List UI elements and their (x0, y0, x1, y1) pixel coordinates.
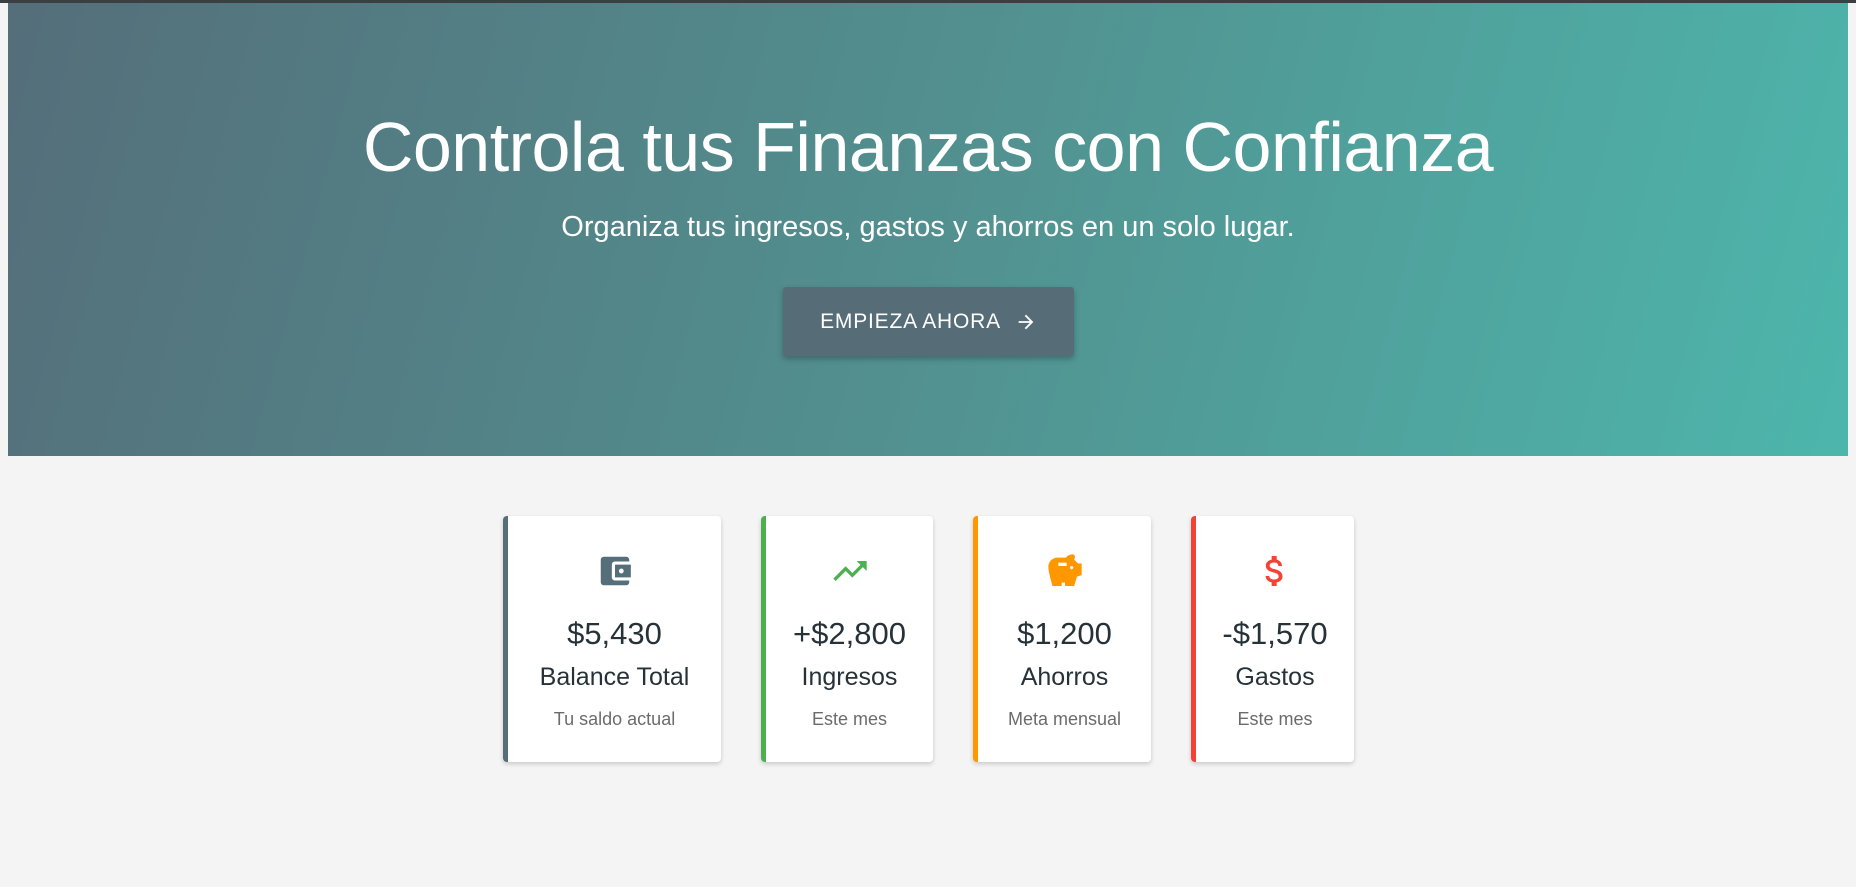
expenses-caption: Este mes (1196, 709, 1354, 730)
hero-banner: Controla tus Finanzas con Confianza Orga… (8, 3, 1848, 456)
expenses-label: Gastos (1196, 663, 1354, 692)
balance-label: Balance Total (508, 663, 721, 692)
income-card: +$2,800 Ingresos Este mes (761, 516, 933, 762)
income-label: Ingresos (766, 663, 933, 692)
hero-title: Controla tus Finanzas con Confianza (8, 107, 1848, 187)
start-now-button-label: EMPIEZA AHORA (820, 310, 1001, 334)
piggy-bank-icon (978, 550, 1151, 592)
hero-subtitle: Organiza tus ingresos, gastos y ahorros … (8, 211, 1848, 244)
start-now-button[interactable]: EMPIEZA AHORA (783, 287, 1074, 356)
balance-caption: Tu saldo actual (508, 709, 721, 730)
income-value: +$2,800 (766, 616, 933, 652)
balance-value: $5,430 (508, 616, 721, 652)
savings-card: $1,200 Ahorros Meta mensual (973, 516, 1151, 762)
wallet-icon (508, 550, 721, 592)
expenses-value: -$1,570 (1196, 616, 1354, 652)
savings-label: Ahorros (978, 663, 1151, 692)
trending-up-icon (766, 550, 933, 592)
savings-value: $1,200 (978, 616, 1151, 652)
balance-card: $5,430 Balance Total Tu saldo actual (503, 516, 721, 762)
dollar-icon (1196, 550, 1354, 592)
arrow-right-icon (1015, 311, 1037, 333)
income-caption: Este mes (766, 709, 933, 730)
savings-caption: Meta mensual (978, 709, 1151, 730)
expenses-card: -$1,570 Gastos Este mes (1191, 516, 1354, 762)
